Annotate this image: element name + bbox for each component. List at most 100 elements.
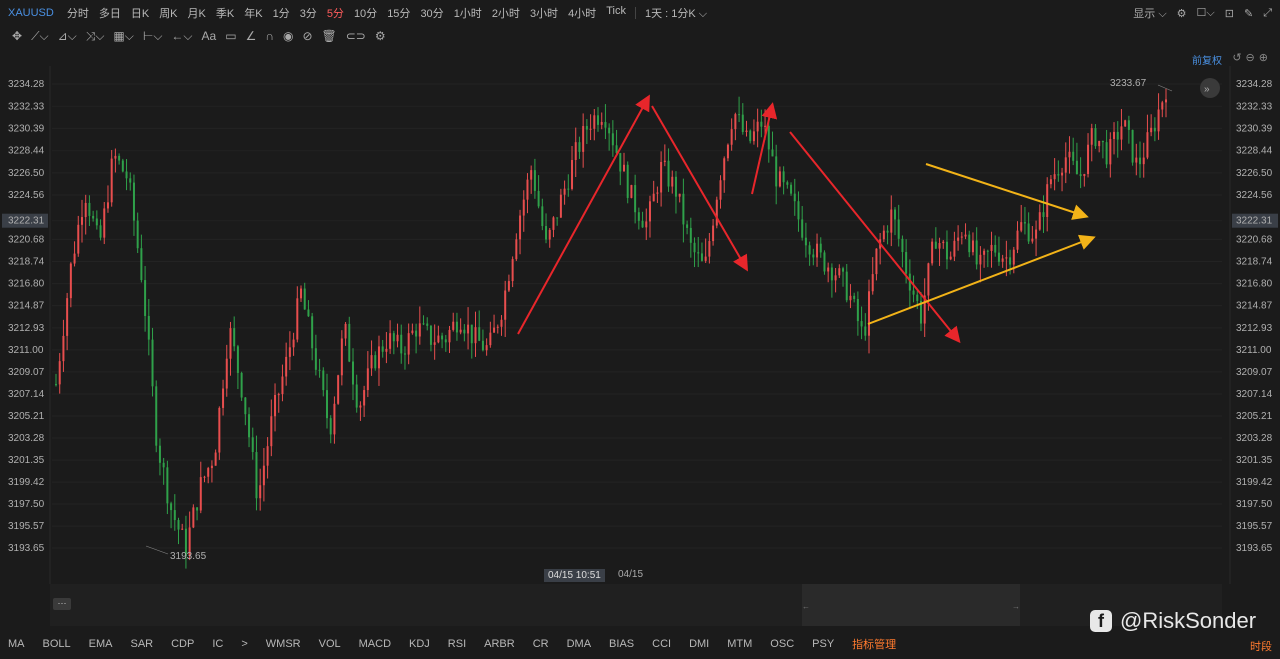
candle-body — [103, 208, 106, 238]
timeframe-13[interactable]: 1小时 — [449, 5, 487, 21]
candle-body — [370, 355, 373, 369]
candle-body — [652, 193, 655, 202]
y-tick-left-13: 3209.07 — [8, 367, 45, 378]
candle-body — [444, 339, 447, 343]
pen-icon[interactable]: ✎ — [1244, 7, 1253, 20]
navigator-window[interactable]: ← → — [802, 584, 1020, 626]
gear-icon[interactable]: ⚙ — [375, 29, 386, 43]
indicator-8[interactable]: VOL — [311, 638, 351, 650]
price-chart[interactable]: 3234.28 3234.28 3232.33 3232.33 3230.39 3230.… — [0, 66, 1280, 584]
session-label[interactable]: 时段 — [1250, 638, 1272, 654]
timeframe-17[interactable]: Tick — [601, 5, 631, 21]
timeframe-2[interactable]: 日K — [126, 5, 154, 21]
period-select[interactable]: 1天 : 1分K ⌵ — [640, 5, 712, 21]
indicator-17[interactable]: DMI — [681, 638, 719, 650]
arrow-tool-icon[interactable]: ←⌵ — [171, 29, 192, 44]
magnet-icon[interactable]: ∩ — [265, 29, 274, 43]
brush-icon[interactable]: ∠ — [246, 29, 257, 43]
navigator-left-handle[interactable]: ← — [802, 602, 810, 611]
candle-body — [359, 405, 362, 408]
indicator-7[interactable]: WMSR — [258, 638, 311, 650]
indicator-2[interactable]: EMA — [81, 638, 123, 650]
y-tick-right-12: 3211.00 — [1236, 345, 1272, 356]
indicator-10[interactable]: KDJ — [401, 638, 440, 650]
visibility-icon[interactable]: ◉ — [283, 29, 293, 43]
candle-body — [155, 386, 158, 446]
navigator-right-handle[interactable]: → — [1012, 602, 1020, 611]
indicator-0[interactable]: MA — [0, 638, 35, 650]
indicator-5[interactable]: IC — [204, 638, 233, 650]
trend-tool-icon[interactable]: ⊿⌵ — [58, 29, 77, 44]
indicator-manage-button[interactable]: 指标管理 — [844, 636, 906, 652]
candle-body — [916, 294, 919, 301]
timeframe-3[interactable]: 周K — [154, 5, 182, 21]
range-navigator[interactable]: ··· ← → — [50, 584, 1222, 626]
timeframe-6[interactable]: 年K — [239, 5, 267, 21]
indicator-9[interactable]: MACD — [351, 638, 401, 650]
indicator-6[interactable]: > — [233, 638, 257, 650]
timeframe-8[interactable]: 3分 — [295, 5, 322, 21]
candle-body — [114, 155, 117, 159]
comment-icon[interactable]: ▭ — [225, 29, 236, 43]
timeframe-14[interactable]: 2小时 — [487, 5, 525, 21]
more-dots-button[interactable]: ··· — [53, 598, 71, 610]
measure-tool-icon[interactable]: ⊢⌵ — [143, 29, 163, 44]
candle-body — [1012, 249, 1015, 265]
camera-icon[interactable]: ⊡ — [1225, 7, 1234, 20]
candle-body — [1101, 140, 1104, 143]
fib-tool-icon[interactable]: ▦⌵ — [113, 29, 133, 44]
line-tool-icon[interactable]: ⟋⌵ — [31, 29, 49, 44]
y-tick-left-16: 3203.28 — [8, 433, 45, 444]
link-icon[interactable]: ⊂⊃ — [346, 29, 366, 43]
indicator-3[interactable]: SAR — [122, 638, 163, 650]
indicator-1[interactable]: BOLL — [35, 638, 81, 650]
timeframe-16[interactable]: 4小时 — [563, 5, 601, 21]
indicator-4[interactable]: CDP — [163, 638, 204, 650]
crosshair-move-icon[interactable]: ✥ — [12, 29, 22, 43]
indicator-13[interactable]: CR — [525, 638, 559, 650]
candle-body — [496, 326, 499, 328]
timeframe-10[interactable]: 10分 — [349, 5, 382, 21]
indicator-20[interactable]: PSY — [804, 638, 844, 650]
channel-tool-icon[interactable]: ⤨⌵ — [86, 29, 105, 44]
indicator-11[interactable]: RSI — [440, 638, 476, 650]
timeframe-7[interactable]: 1分 — [268, 5, 295, 21]
indicator-18[interactable]: MTM — [719, 638, 762, 650]
indicator-14[interactable]: DMA — [559, 638, 601, 650]
candle-body — [1061, 172, 1064, 176]
settings-icon[interactable]: ⚙ — [1177, 7, 1187, 20]
timeframe-4[interactable]: 月K — [183, 5, 211, 21]
candle-body — [374, 355, 377, 369]
candlestick-chart-svg[interactable]: 3234.28 3234.28 3232.33 3232.33 3230.39 3230.… — [0, 66, 1280, 584]
hide-icon[interactable]: ⊘ — [302, 29, 312, 43]
timeframe-12[interactable]: 30分 — [415, 5, 448, 21]
trash-icon[interactable]: 🗑 — [322, 29, 337, 43]
timeframe-9[interactable]: 5分 — [322, 5, 349, 21]
symbol-label[interactable]: XAUUSD — [8, 7, 54, 19]
candle-body — [663, 160, 666, 162]
candle-body — [1057, 174, 1060, 176]
y-tick-left-19: 3197.50 — [8, 499, 45, 510]
timeframe-1[interactable]: 多日 — [94, 5, 126, 21]
candle-body — [403, 353, 406, 355]
indicator-15[interactable]: BIAS — [601, 638, 644, 650]
indicator-19[interactable]: OSC — [762, 638, 804, 650]
candle-body — [700, 253, 703, 261]
candle-body — [177, 520, 180, 530]
timeframe-11[interactable]: 15分 — [382, 5, 415, 21]
indicator-12[interactable]: ARBR — [476, 638, 525, 650]
text-tool-icon[interactable]: Aa — [202, 29, 217, 43]
price-adjust-toggle[interactable]: 前复权 — [1192, 52, 1222, 67]
candle-body — [196, 507, 199, 511]
candle-body — [366, 368, 369, 391]
indicator-16[interactable]: CCI — [644, 638, 681, 650]
timeframe-15[interactable]: 3小时 — [525, 5, 563, 21]
layout-checkbox-icon[interactable]: ☐⌵ — [1197, 6, 1215, 20]
zoom-controls[interactable]: ↺⊖⊕ — [1232, 51, 1272, 64]
timeframe-5[interactable]: 季K — [211, 5, 239, 21]
candle-body — [281, 376, 284, 395]
candle-body — [997, 252, 1000, 262]
display-dropdown[interactable]: 显示 ⌵ — [1133, 5, 1166, 21]
expand-icon[interactable]: ⤢ — [1263, 7, 1272, 20]
timeframe-0[interactable]: 分时 — [62, 5, 94, 21]
